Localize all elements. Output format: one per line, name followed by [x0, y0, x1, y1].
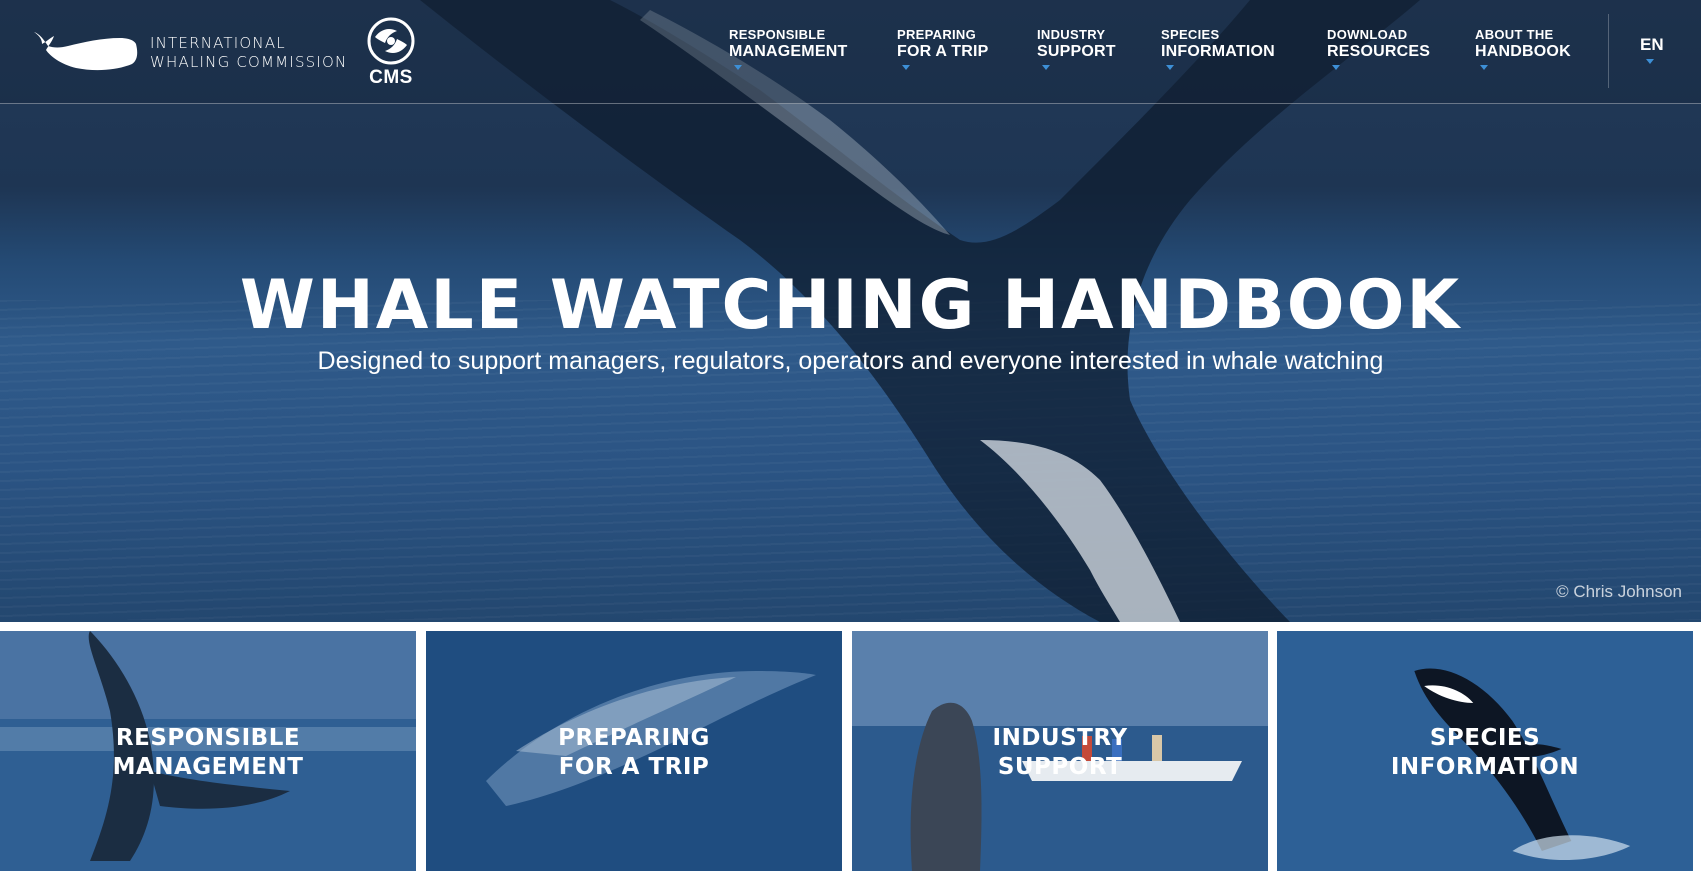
tile-label-line1: SPECIES — [1429, 725, 1541, 751]
tile-label-line1: INDUSTRY — [992, 725, 1128, 751]
org-name-line1: INTERNATIONAL — [150, 34, 286, 52]
tile-label-line1: RESPONSIBLE — [115, 725, 301, 751]
cms-label: CMS — [369, 67, 413, 88]
nav-industry-support[interactable]: INDUSTRY SUPPORT — [1037, 27, 1116, 70]
cms-logo[interactable]: CMS — [364, 17, 418, 88]
tile-label: RESPONSIBLE MANAGEMENT — [0, 724, 416, 782]
org-name[interactable]: INTERNATIONAL WHALING COMMISSION — [150, 34, 347, 72]
nav-label-line2: SUPPORT — [1037, 43, 1116, 60]
tile-responsible-management[interactable]: RESPONSIBLE MANAGEMENT — [0, 631, 416, 871]
nav-label-line1: ABOUT THE — [1475, 27, 1554, 42]
tile-label-line2: FOR A TRIP — [558, 754, 710, 780]
caret-down-icon — [1166, 65, 1174, 70]
page-title: WHALE WATCHING HANDBOOK — [239, 266, 1462, 345]
org-name-line2: WHALING COMMISSION — [150, 53, 348, 71]
caret-down-icon — [902, 65, 910, 70]
photo-credit: © Chris Johnson — [1556, 582, 1682, 601]
caret-down-icon — [1332, 65, 1340, 70]
nav-label-line1: PREPARING — [897, 27, 977, 42]
tile-label-line2: SUPPORT — [997, 754, 1123, 780]
caret-down-icon — [1646, 59, 1654, 64]
tile-label-line2: INFORMATION — [1390, 754, 1580, 780]
nav-divider — [1608, 14, 1609, 88]
caret-down-icon — [734, 65, 742, 70]
tile-label: PREPARING FOR A TRIP — [426, 724, 842, 782]
nav-label-line1: RESPONSIBLE — [729, 27, 826, 42]
nav-label-line2: FOR A TRIP — [897, 43, 989, 60]
tile-species-information[interactable]: SPECIES INFORMATION — [1277, 631, 1693, 871]
nav-label-line1: INDUSTRY — [1037, 27, 1106, 42]
tile-preparing-for-a-trip[interactable]: PREPARING FOR A TRIP — [426, 631, 842, 871]
tile-label-line2: MANAGEMENT — [112, 754, 304, 780]
nav-about-the-handbook[interactable]: ABOUT THE HANDBOOK — [1475, 27, 1571, 70]
nav-label-line2: RESOURCES — [1327, 43, 1431, 60]
tile-label-line1: PREPARING — [558, 725, 710, 751]
nav-label-line1: DOWNLOAD — [1327, 27, 1408, 42]
section-tiles: RESPONSIBLE MANAGEMENT PREPARING FOR A T… — [0, 631, 1701, 871]
tile-industry-support[interactable]: INDUSTRY SUPPORT — [852, 631, 1268, 871]
nav-label-line2: MANAGEMENT — [729, 43, 848, 60]
caret-down-icon — [1042, 65, 1050, 70]
nav-preparing-for-a-trip[interactable]: PREPARING FOR A TRIP — [897, 27, 989, 70]
site-header: INTERNATIONAL WHALING COMMISSION CMS RES… — [0, 0, 1701, 104]
nav-label-line2: INFORMATION — [1161, 43, 1275, 60]
cms-globe-icon — [367, 17, 415, 65]
tile-label: SPECIES INFORMATION — [1277, 724, 1693, 782]
tile-label: INDUSTRY SUPPORT — [852, 724, 1268, 782]
language-selector[interactable]: EN — [1640, 35, 1664, 64]
nav-species-information[interactable]: SPECIES INFORMATION — [1161, 27, 1275, 70]
caret-down-icon — [1480, 65, 1488, 70]
whale-logo-icon[interactable] — [32, 26, 138, 76]
nav-download-resources[interactable]: DOWNLOAD RESOURCES — [1327, 27, 1431, 70]
page-subtitle: Designed to support managers, regulators… — [317, 347, 1384, 375]
nav-label-line2: HANDBOOK — [1475, 43, 1571, 60]
nav-responsible-management[interactable]: RESPONSIBLE MANAGEMENT — [729, 27, 848, 70]
language-label: EN — [1640, 35, 1664, 54]
nav-label-line1: SPECIES — [1161, 27, 1220, 42]
